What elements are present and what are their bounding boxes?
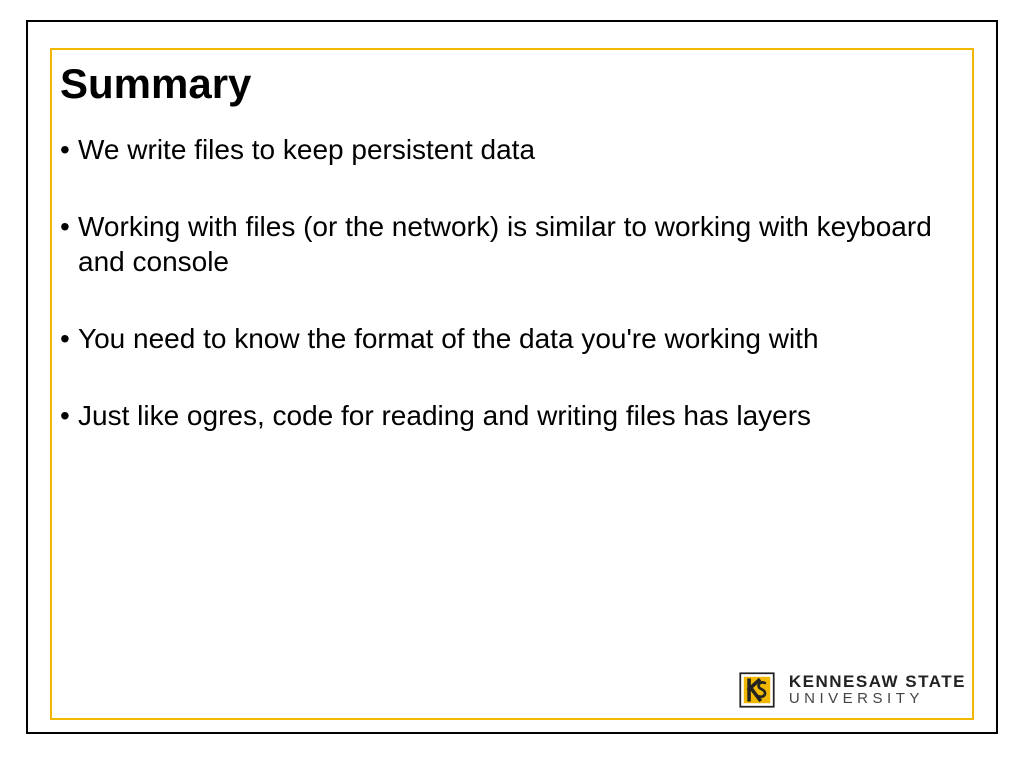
bullet-item: You need to know the format of the data … (60, 321, 964, 356)
logo-text: KENNESAW STATE UNIVERSITY (789, 673, 966, 707)
slide-content: Summary We write files to keep persisten… (60, 60, 964, 708)
bullet-item: We write files to keep persistent data (60, 132, 964, 167)
logo-line1: KENNESAW STATE (789, 673, 966, 691)
ksu-logo-icon (735, 668, 779, 712)
bullet-item: Just like ogres, code for reading and wr… (60, 398, 964, 433)
slide-title: Summary (60, 60, 964, 108)
logo-line2: UNIVERSITY (789, 691, 966, 707)
university-logo: KENNESAW STATE UNIVERSITY (735, 668, 966, 712)
bullet-list: We write files to keep persistent data W… (60, 132, 964, 433)
bullet-item: Working with files (or the network) is s… (60, 209, 964, 279)
